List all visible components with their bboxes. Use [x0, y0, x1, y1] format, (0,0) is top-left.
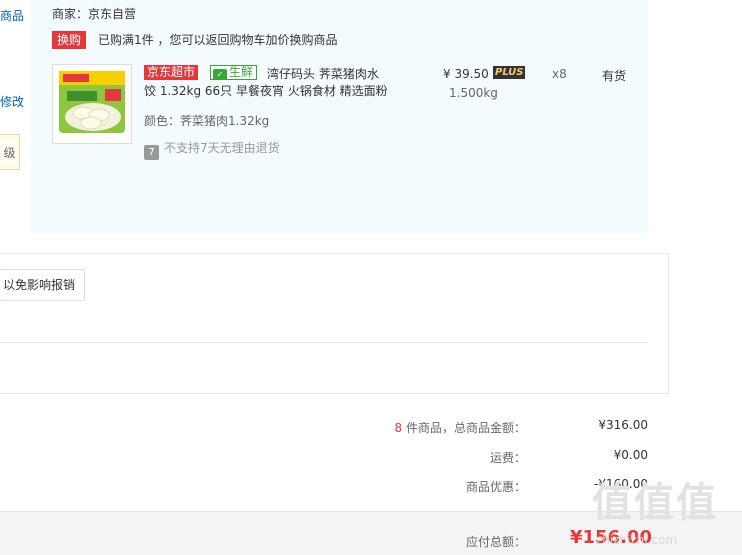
- fresh-tag-label: 生鲜: [229, 65, 254, 79]
- watermark-logo: 值值值: [592, 480, 718, 526]
- stock-status: 有货: [602, 69, 627, 83]
- no-return-icon: 7: [144, 145, 159, 160]
- left-nav-fragment-goods[interactable]: 商品: [0, 7, 24, 24]
- invoice-button[interactable]: 以免影响报销: [0, 269, 85, 301]
- swap-notice: 已购满1件 ，您可以返回购物车加价换购商品: [98, 33, 338, 47]
- product-weight: 1.500kg: [449, 86, 498, 100]
- discount-label: 商品优惠：: [465, 480, 526, 494]
- product-price: ¥ 39.50: [443, 67, 489, 81]
- fresh-tag: ✓ 生鲜: [210, 65, 258, 80]
- total-items-label: 8 件商品，总商品金额：: [226, 419, 526, 436]
- product-title-line1[interactable]: 湾仔码头 荠菜猪肉水: [267, 66, 379, 83]
- product-quantity: x8: [552, 67, 567, 81]
- merchant-name: 商家：京东自营: [52, 7, 137, 21]
- return-policy-text: 不支持7天无理由退货: [164, 141, 280, 155]
- divider: [0, 393, 668, 394]
- total-amount: ¥316.00: [598, 418, 648, 432]
- divider: [0, 253, 668, 254]
- payable-label: 应付总额：: [466, 535, 527, 549]
- return-policy: 7 不支持7天无理由退货: [144, 139, 280, 160]
- watermark-url: zhizhizhi.com: [596, 533, 678, 547]
- divider: [0, 342, 648, 343]
- fresh-icon: ✓: [213, 69, 227, 80]
- product-thumbnail[interactable]: [52, 64, 132, 144]
- dumpling-package-image: [59, 71, 125, 133]
- product-title-line2[interactable]: 饺 1.32kg 66只 早餐夜宵 火锅食材 精选面粉: [144, 83, 404, 100]
- total-label-text: 件商品，总商品金额：: [402, 421, 526, 435]
- swap-tag: 换购: [52, 31, 87, 49]
- product-color: 颜色：荠菜猪肉1.32kg: [144, 114, 270, 128]
- panel-border: [668, 253, 669, 394]
- left-edit-link[interactable]: 修改: [0, 93, 24, 110]
- shipping-amount: ¥0.00: [613, 448, 648, 462]
- plus-badge: PLUS: [493, 66, 526, 79]
- jd-supermarket-tag: 京东超市: [144, 65, 199, 80]
- left-tooltip-fragment: 级: [0, 134, 20, 170]
- shipping-label: 运费：: [489, 451, 526, 465]
